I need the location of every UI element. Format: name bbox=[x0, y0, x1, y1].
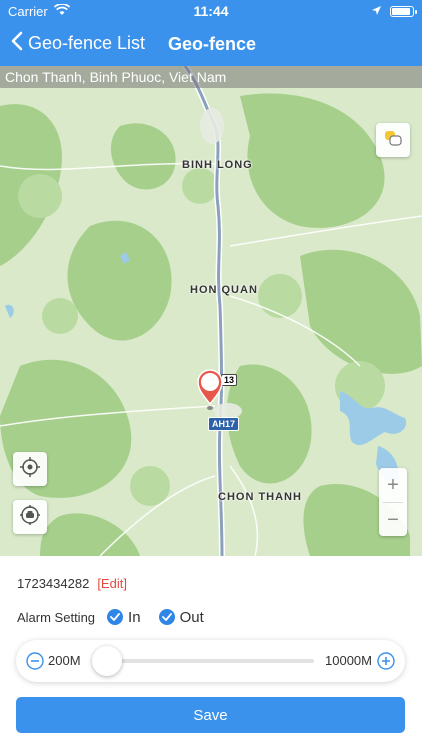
alarm-in-checkbox[interactable]: In bbox=[107, 609, 141, 626]
locate-vehicle-button[interactable] bbox=[13, 500, 47, 534]
chevron-left-icon bbox=[10, 31, 24, 56]
alarm-out-label: Out bbox=[179, 608, 204, 626]
radius-max-label: 10000M bbox=[325, 653, 372, 668]
back-label: Geo-fence List bbox=[28, 32, 146, 53]
location-arrow-icon bbox=[371, 4, 382, 19]
layers-icon bbox=[383, 129, 403, 152]
minus-circle-icon bbox=[26, 652, 44, 670]
alarm-setting-label: Alarm Setting bbox=[17, 609, 96, 625]
place-label-hon-quan: HON QUAN bbox=[190, 284, 258, 296]
road-shield-label: AH17 bbox=[208, 417, 240, 431]
device-id: 1723434282 bbox=[17, 576, 90, 591]
battery-icon bbox=[390, 6, 417, 17]
radius-min-label: 200M bbox=[48, 653, 81, 668]
radius-slider-thumb[interactable] bbox=[92, 646, 122, 676]
place-label-chon-thanh: CHON THANH bbox=[218, 491, 302, 503]
zoom-out-button[interactable]: − bbox=[379, 503, 407, 537]
place-label-binh-long: BINH LONG bbox=[182, 159, 253, 171]
edit-link[interactable]: [Edit] bbox=[97, 576, 127, 591]
save-button[interactable]: Save bbox=[16, 697, 405, 733]
clock: 11:44 bbox=[193, 3, 229, 19]
geofence-settings-panel: 1723434282 [Edit] Alarm Setting In Out 2… bbox=[0, 556, 422, 750]
location-pin-icon[interactable] bbox=[196, 368, 224, 412]
alarm-in-label: In bbox=[128, 608, 141, 626]
alarm-out-checkbox[interactable]: Out bbox=[158, 608, 204, 626]
crosshair-icon bbox=[19, 456, 41, 483]
zoom-in-button[interactable]: + bbox=[379, 468, 407, 502]
map-view[interactable]: Chon Thanh, Binh Phuoc, Viet Nam BINH LO… bbox=[0, 66, 422, 556]
status-bar: Carrier 11:44 bbox=[0, 0, 422, 22]
device-row: 1723434282 [Edit] bbox=[17, 576, 127, 591]
checkmark-icon bbox=[107, 609, 124, 625]
navigation-bar: Geo-fence List Geo-fence bbox=[0, 22, 422, 66]
checkmark-icon bbox=[158, 609, 175, 625]
page-title: Geo-fence bbox=[168, 34, 257, 54]
radius-increase-button[interactable] bbox=[377, 652, 395, 670]
header: Carrier 11:44 Geo-fence List Geo-fence bbox=[0, 0, 422, 66]
car-target-icon bbox=[19, 504, 41, 531]
radius-slider-track[interactable] bbox=[108, 659, 314, 663]
map-terrain bbox=[0, 66, 422, 556]
address-bar: Chon Thanh, Binh Phuoc, Viet Nam bbox=[0, 66, 422, 88]
radius-decrease-button[interactable] bbox=[26, 652, 44, 670]
map-layer-button[interactable] bbox=[376, 123, 410, 157]
locate-me-button[interactable] bbox=[13, 452, 47, 486]
plus-circle-icon bbox=[377, 652, 395, 670]
alarm-setting-row: Alarm Setting In Out bbox=[17, 607, 204, 627]
back-button[interactable]: Geo-fence List bbox=[10, 28, 145, 58]
zoom-control: + − bbox=[379, 468, 407, 536]
radius-slider-card: 200M 10000M bbox=[16, 640, 405, 682]
